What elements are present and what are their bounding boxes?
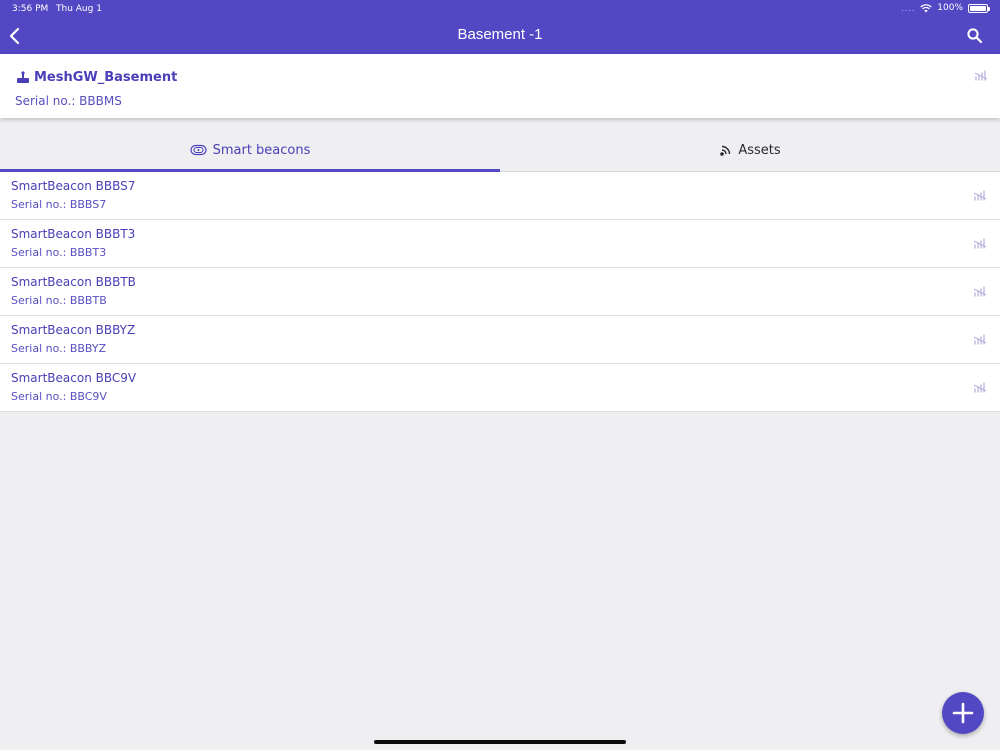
signal-off-icon — [973, 190, 987, 201]
signal-off-icon — [973, 238, 987, 249]
signal-off-icon — [974, 70, 988, 81]
home-indicator — [374, 740, 626, 744]
gateway-icon — [17, 71, 29, 83]
nav-bar: Basement -1 — [0, 18, 1000, 54]
gateway-name: MeshGW_Basement — [34, 70, 178, 85]
beacon-serial: Serial no.: BBBT3 — [11, 246, 107, 259]
page-title: Basement -1 — [457, 26, 543, 43]
status-indicators: .... 100% — [901, 3, 990, 13]
list-item[interactable]: SmartBeacon BBBYZ Serial no.: BBBYZ — [0, 316, 1000, 364]
asset-signal-icon — [720, 145, 731, 156]
gateway-serial: Serial no.: BBBMS — [15, 94, 122, 108]
beacon-name: SmartBeacon BBBTB — [11, 275, 136, 289]
beacon-icon — [189, 144, 207, 156]
beacon-name: SmartBeacon BBBS7 — [11, 179, 136, 193]
beacon-serial: Serial no.: BBC9V — [11, 390, 107, 403]
tab-assets-label: Assets — [738, 142, 781, 158]
status-bar: 3:56 PM Thu Aug 1 .... 100% — [0, 0, 1000, 18]
gateway-card[interactable]: MeshGW_Basement Serial no.: BBBMS — [0, 54, 1000, 118]
tab-smart-beacons-label: Smart beacons — [212, 142, 311, 158]
list-item[interactable]: SmartBeacon BBBTB Serial no.: BBBTB — [0, 268, 1000, 316]
tab-bar: Smart beacons Assets — [0, 128, 1000, 172]
signal-off-icon — [973, 382, 987, 393]
beacon-name: SmartBeacon BBC9V — [11, 371, 137, 385]
app-screen: 3:56 PM Thu Aug 1 .... 100% Basement -1 — [0, 0, 1000, 750]
signal-off-icon — [973, 334, 987, 345]
beacon-serial: Serial no.: BBBTB — [11, 294, 107, 307]
list-item[interactable]: SmartBeacon BBBT3 Serial no.: BBBT3 — [0, 220, 1000, 268]
tab-smart-beacons[interactable]: Smart beacons — [0, 128, 500, 172]
add-button[interactable] — [942, 692, 984, 734]
app-header: 3:56 PM Thu Aug 1 .... 100% Basement -1 — [0, 0, 1000, 54]
beacon-serial: Serial no.: BBBS7 — [11, 198, 107, 211]
battery-percent: 100% — [937, 3, 963, 13]
battery-icon — [968, 3, 990, 13]
status-time: 3:56 PM — [12, 4, 49, 14]
beacon-serial: Serial no.: BBBYZ — [11, 342, 107, 355]
beacon-name: SmartBeacon BBBT3 — [11, 227, 136, 241]
plus-icon — [952, 702, 974, 724]
status-date: Thu Aug 1 — [56, 4, 102, 14]
wifi-icon — [920, 3, 932, 12]
beacon-list: SmartBeacon BBBS7 Serial no.: BBBS7 Smar… — [0, 172, 1000, 412]
beacon-name: SmartBeacon BBBYZ — [11, 323, 136, 337]
tab-assets[interactable]: Assets — [500, 128, 1000, 172]
signal-off-icon — [973, 286, 987, 297]
list-item[interactable]: SmartBeacon BBC9V Serial no.: BBC9V — [0, 364, 1000, 412]
cellular-dots: .... — [901, 3, 916, 13]
search-button[interactable] — [966, 27, 984, 45]
search-icon — [967, 28, 983, 44]
list-item[interactable]: SmartBeacon BBBS7 Serial no.: BBBS7 — [0, 172, 1000, 220]
